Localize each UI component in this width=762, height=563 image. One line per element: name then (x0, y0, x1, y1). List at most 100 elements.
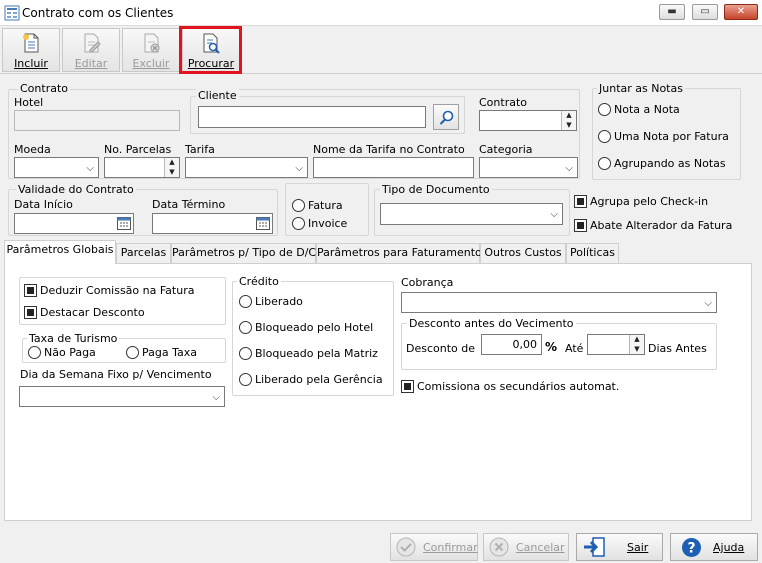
contrato-legend: Contrato (18, 82, 71, 95)
search-icon (439, 110, 454, 125)
tab-parametros-globais[interactable]: Parâmetros Globais (4, 240, 116, 264)
bloqueado-matriz-radio[interactable] (239, 347, 252, 360)
dias-input[interactable]: ▲ ▼ (587, 334, 645, 355)
cliente-search-button[interactable] (433, 104, 459, 130)
data-termino-label: Data Término (152, 198, 226, 211)
moeda-select[interactable]: ⌵ (14, 157, 99, 178)
maximize-button[interactable]: ▭ (692, 4, 718, 20)
liberado-gerencia-radio[interactable] (239, 373, 252, 386)
juntar-notas-legend: Juntar as Notas (597, 82, 685, 95)
new-document-icon (23, 33, 39, 53)
cobranca-select[interactable]: ⌵ (401, 292, 717, 313)
nota-a-nota-label: Nota a Nota (614, 103, 680, 116)
chevron-down-icon: ⌵ (550, 209, 558, 220)
help-icon: ? (682, 538, 701, 557)
parcelas-label: No. Parcelas (104, 143, 172, 156)
agrupa-checkin-label: Agrupa pelo Check-in (590, 195, 709, 208)
destacar-desconto-checkbox[interactable] (24, 306, 37, 319)
check-icon (396, 537, 416, 557)
tab-outros-custos[interactable]: Outros Custos (480, 243, 566, 263)
fatura-radio[interactable] (292, 199, 305, 212)
contrato-label: Contrato (479, 96, 528, 109)
hotel-label: Hotel (14, 96, 44, 109)
nome-tarifa-label: Nome da Tarifa no Contrato (313, 143, 465, 156)
exit-door-icon (584, 537, 605, 557)
credito-liberado-label: Liberado (255, 295, 303, 308)
comissiona-checkbox[interactable] (401, 380, 414, 393)
nao-paga-label: Não Paga (44, 346, 96, 359)
tab-parametros-tipo-dc[interactable]: Parâmetros p/ Tipo de D/C (171, 243, 316, 263)
abate-alterador-label: Abate Alterador da Fatura (590, 219, 733, 232)
categoria-label: Categoria (479, 143, 533, 156)
nao-paga-radio[interactable] (28, 346, 41, 359)
app-icon (4, 5, 20, 21)
close-button[interactable]: ✕ (724, 4, 758, 20)
incluir-button[interactable]: Incluir (2, 28, 60, 72)
data-inicio-input[interactable] (14, 213, 134, 234)
liberado-gerencia-label: Liberado pela Gerência (255, 373, 383, 386)
sair-label: Sair (627, 541, 649, 554)
calendar-icon[interactable] (117, 217, 131, 230)
agrupa-checkin-checkbox[interactable] (574, 195, 587, 208)
cancelar-button[interactable]: Cancelar (483, 533, 569, 561)
desconto-value-input[interactable]: 0,00 (481, 334, 542, 355)
edit-document-icon (84, 33, 101, 53)
tab-parametros-faturamento[interactable]: Parâmetros para Faturamento (316, 243, 482, 263)
tab-politicas[interactable]: Políticas (566, 243, 619, 263)
sair-button[interactable]: Sair (576, 533, 663, 561)
bloqueado-hotel-radio[interactable] (239, 321, 252, 334)
window-title: Contrato com os Clientes (22, 6, 174, 20)
tarifa-select[interactable]: ⌵ (185, 157, 308, 178)
dia-semana-select[interactable]: ⌵ (19, 386, 225, 407)
incluir-label: Incluir (14, 57, 48, 70)
delete-document-icon (144, 33, 160, 53)
dias-spinner[interactable]: ▲ ▼ (629, 335, 644, 354)
agrupando-notas-label: Agrupando as Notas (614, 157, 726, 170)
fatura-label: Fatura (308, 199, 343, 212)
invoice-label: Invoice (308, 217, 348, 230)
parcelas-spinner[interactable]: ▲ ▼ (164, 158, 179, 177)
confirmar-button[interactable]: Confirmar (390, 533, 478, 561)
paga-taxa-radio[interactable] (126, 346, 139, 359)
deduzir-comissao-checkbox[interactable] (24, 284, 37, 297)
confirmar-label: Confirmar (423, 541, 478, 554)
invoice-radio[interactable] (292, 217, 305, 230)
chevron-down-icon: ⌵ (295, 163, 303, 174)
calendar-icon[interactable] (256, 217, 270, 230)
taxa-turismo-legend: Taxa de Turismo (27, 332, 120, 345)
desconto-de-label: Desconto de (406, 342, 476, 355)
categoria-select[interactable]: ⌵ (479, 157, 578, 178)
tab-parcelas[interactable]: Parcelas (116, 243, 171, 263)
chevron-down-icon: ⌵ (565, 163, 573, 174)
dia-semana-label: Dia da Semana Fixo p/ Vencimento (20, 368, 212, 381)
cliente-input[interactable] (198, 106, 426, 128)
agrupando-notas-radio[interactable] (598, 157, 611, 170)
ajuda-label: Ajuda (713, 541, 745, 554)
contrato-spinner[interactable]: ▲ ▼ (561, 111, 576, 130)
cobranca-label: Cobrança (401, 276, 454, 289)
abate-alterador-checkbox[interactable] (574, 219, 587, 232)
credito-liberado-radio[interactable] (239, 295, 252, 308)
uma-nota-fatura-radio[interactable] (598, 130, 611, 143)
tipo-documento-select[interactable]: ⌵ (380, 203, 563, 225)
minimize-button[interactable]: ▬ (659, 4, 685, 20)
ate-label: Até (565, 342, 584, 355)
contrato-input[interactable]: ▲ ▼ (479, 110, 577, 131)
ajuda-button[interactable]: ? Ajuda (670, 533, 758, 561)
nome-tarifa-input[interactable] (313, 157, 474, 178)
parcelas-input[interactable]: ▲ ▼ (104, 157, 180, 178)
excluir-button[interactable]: Excluir (122, 28, 180, 72)
data-termino-input[interactable] (152, 213, 273, 234)
chevron-down-icon: ⌵ (86, 163, 94, 174)
comissiona-label: Comissiona os secundários automat. (417, 380, 620, 393)
nota-a-nota-radio[interactable] (598, 103, 611, 116)
cancelar-label: Cancelar (516, 541, 565, 554)
tipo-documento-legend: Tipo de Documento (380, 183, 492, 196)
svg-text:?: ? (687, 541, 695, 557)
credito-legend: Crédito (237, 275, 281, 288)
title-bar: Contrato com os Clientes ▬ ▭ ✕ (0, 0, 762, 26)
editar-button[interactable]: Editar (62, 28, 120, 72)
validade-legend: Validade do Contrato (16, 183, 136, 196)
dias-antes-label: Dias Antes (648, 342, 707, 355)
data-inicio-label: Data Início (14, 198, 73, 211)
